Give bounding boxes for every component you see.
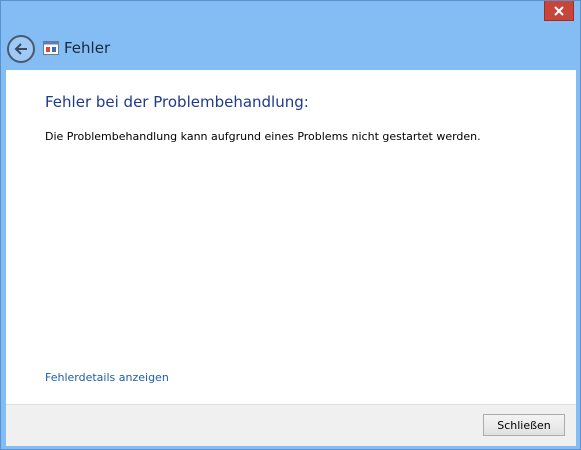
close-icon [554, 5, 564, 16]
dialog-window: Fehler Fehler bei der Problembehandlung:… [0, 0, 581, 450]
error-heading: Fehler bei der Problembehandlung: [45, 93, 309, 111]
content-area: Fehler bei der Problembehandlung: Die Pr… [6, 70, 576, 404]
error-details-link[interactable]: Fehlerdetails anzeigen [45, 371, 169, 384]
window-title: Fehler [64, 39, 111, 57]
dialog-footer: Schließen [6, 404, 576, 446]
error-message: Die Problembehandlung kann aufgrund eine… [45, 130, 481, 143]
window-close-button[interactable] [544, 1, 574, 21]
back-button[interactable] [7, 35, 35, 63]
back-arrow-icon [14, 43, 27, 55]
troubleshooter-icon [43, 41, 59, 55]
close-button[interactable]: Schließen [483, 414, 565, 436]
